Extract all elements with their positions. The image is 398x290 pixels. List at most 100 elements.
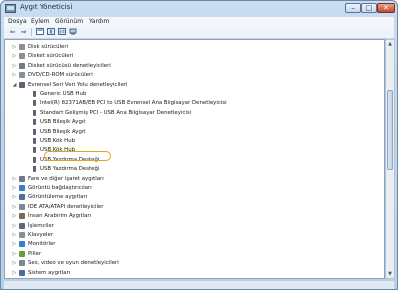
keyboard-icon [19, 232, 25, 238]
expand-icon[interactable]: ▷ [12, 240, 17, 248]
status-bar [4, 280, 394, 289]
scroll-up-icon[interactable]: ▲ [386, 40, 394, 48]
maximize-button[interactable]: □ [361, 3, 377, 13]
expand-icon[interactable]: ▷ [12, 71, 17, 79]
menu-dosya[interactable]: Dosya [8, 18, 27, 25]
tree-item-label: Disk sürücüleri [28, 44, 69, 50]
usb-device-icon [32, 166, 36, 173]
back-icon[interactable]: ⇐ [8, 28, 17, 36]
battery-icon [19, 250, 25, 257]
vertical-scrollbar[interactable]: ▲ ▼ [385, 39, 395, 279]
tree-item-label: USB Bileşik Aygıt [40, 128, 86, 135]
expand-icon[interactable]: ▷ [12, 222, 17, 230]
device-tree[interactable]: ▷ Disk sürücüleri ▷ Disket sürücüleri ▷ Diske… [4, 39, 385, 279]
tree-item-label: Sistem aygıtları [28, 269, 71, 276]
expand-icon[interactable]: ▷ [12, 43, 17, 51]
expand-icon[interactable]: ▷ [12, 212, 17, 220]
toolbar-separator [31, 28, 32, 36]
tree-item-generic-usb-hub[interactable]: Generic USB Hub [5, 90, 375, 98]
menu-eylem[interactable]: Eylem [31, 18, 50, 25]
tree-item-ide-ata-atapi-denetleyiciler[interactable]: ▷ IDE ATA/ATAPI denetleyiciler [5, 203, 375, 211]
collapse-icon[interactable]: ◢ [12, 81, 17, 89]
tree-item-sistem-ayg-tlar[interactable]: ▷ Sistem aygıtları [5, 269, 375, 277]
tree-item-intel-r-82371ab-eb-pci-to-usb-evrensel-ana-bilgisayar-denetleyicisi[interactable]: Intel(R) 82371AB/EB PCI to USB Evrensel … [5, 99, 375, 107]
minimize-button[interactable]: – [345, 3, 361, 13]
tree-item-label: Evrensel Seri Veri Yolu denetleyicileri [28, 81, 128, 88]
forward-icon[interactable]: ⇒ [19, 28, 28, 36]
system-device-icon [19, 269, 25, 276]
expand-icon[interactable]: ▷ [12, 259, 17, 267]
help-icon[interactable] [46, 28, 55, 36]
properties-icon[interactable] [35, 28, 44, 36]
close-button[interactable]: ✕ [377, 3, 395, 13]
disk-drive-icon [19, 44, 25, 50]
floppy-drive-icon [19, 53, 25, 60]
tree-item-usb-bile-ik-ayg-t[interactable]: USB Bileşik Aygıt [5, 118, 375, 126]
usb-device-icon [32, 119, 36, 126]
tree-item-label: Piller [28, 250, 42, 257]
tree-item-label: Disket sürücüsü denetleyicileri [28, 62, 111, 69]
menu-gorunum[interactable]: Görünüm [55, 18, 83, 25]
toolbar: ⇐ ⇒ [4, 27, 394, 39]
title-bar[interactable]: Aygıt Yöneticisi – □ ✕ [1, 1, 397, 17]
tree-item-label: Fare ve diğer işaret aygıtları [28, 175, 104, 182]
scan-icon[interactable] [68, 28, 77, 36]
view-icon[interactable] [57, 28, 66, 36]
expand-icon[interactable]: ▷ [12, 269, 17, 277]
tree-item-evrensel-seri-veri-yolu-denetleyicileri[interactable]: ◢ Evrensel Seri Veri Yolu denetleyicileri [5, 81, 375, 89]
tree-item-i-nsan-arabirim-ayg-tlar[interactable]: ▷ İnsan Arabirim Aygıtları [5, 212, 375, 220]
usb-device-icon [32, 109, 36, 116]
hid-icon [19, 213, 25, 220]
expand-icon[interactable]: ▷ [12, 203, 17, 211]
expand-icon[interactable]: ▷ [12, 52, 17, 60]
tree-item-disk-s-r-c-leri[interactable]: ▷ Disk sürücüleri [5, 43, 375, 51]
expand-icon[interactable]: ▷ [12, 250, 17, 258]
device-manager-icon [5, 4, 16, 13]
expand-icon[interactable]: ▷ [12, 231, 17, 239]
tree-item-g-r-nt-leme-ayg-tlar[interactable]: ▷ Görüntüleme aygıtları [5, 193, 375, 201]
tree-item-usb-bile-ik-ayg-t[interactable]: USB Bileşik Aygıt [5, 128, 375, 136]
tree-item-g-r-nt-ba-da-t-r-c-lar[interactable]: ▷ Görüntü bağdaştırıcıları [5, 184, 375, 192]
tree-item-piller[interactable]: ▷ Piller [5, 250, 375, 258]
ide-controller-icon [19, 203, 25, 210]
tree-item-label: USB Bileşik Aygıt [40, 119, 86, 126]
tree-item-i-lemciler[interactable]: ▷ İşlemciler [5, 222, 375, 230]
menu-bar: Dosya Eylem Görünüm Yardım [4, 17, 394, 27]
tree-item-label: Intel(R) 82371AB/EB PCI to USB Evrensel … [40, 100, 227, 107]
tree-item-ses-video-ve-oyun-denetleyicileri[interactable]: ▷ Ses, video ve oyun denetleyicileri [5, 259, 375, 267]
imaging-device-icon [19, 194, 25, 201]
tree-item-disket-s-r-c-s-denetleyicileri[interactable]: ▷ Disket sürücüsü denetleyicileri [5, 62, 375, 70]
usb-device-icon [32, 128, 36, 135]
tree-item-label: Görüntüleme aygıtları [28, 194, 88, 201]
tree-item-label: USB Yazdırma Desteği [40, 166, 100, 173]
tree-item-dvd-cd-rom-s-r-c-leri[interactable]: ▷ DVD/CD-ROM sürücüleri [5, 71, 375, 79]
menu-yardim[interactable]: Yardım [89, 18, 109, 25]
tree-item-standart-geli-mi-pci-usb-ana-bilgisayar-denetleyicisi[interactable]: Standart Gelişmiş PCI - USB Ana Bilgisay… [5, 109, 375, 117]
usb-device-icon [32, 156, 36, 163]
floppy-controller-icon [19, 62, 25, 69]
tree-item-disket-s-r-c-leri[interactable]: ▷ Disket sürücüleri [5, 52, 375, 60]
tree-item-label: IDE ATA/ATAPI denetleyiciler [28, 203, 104, 210]
mouse-icon [19, 175, 25, 182]
tree-item-usb-k-k-hub[interactable]: USB Kök Hub [5, 137, 375, 145]
tree-item-monit-rler[interactable]: ▷ Monitörler [5, 240, 375, 248]
expand-icon[interactable]: ▷ [12, 62, 17, 70]
tree-item-label: Disket sürücüleri [28, 53, 74, 60]
processor-icon [19, 222, 25, 229]
tree-item-label: Generic USB Hub [40, 91, 87, 97]
scroll-down-icon[interactable]: ▼ [386, 270, 394, 278]
window-title: Aygıt Yöneticisi [20, 3, 73, 11]
tree-item-label: Görüntü bağdaştırıcıları [28, 185, 92, 191]
scroll-thumb[interactable] [387, 90, 393, 170]
expand-icon[interactable]: ▷ [12, 184, 17, 192]
tree-item-klavyeler[interactable]: ▷ Klavyeler [5, 231, 375, 239]
expand-icon[interactable]: ▷ [12, 193, 17, 201]
expand-icon[interactable]: ▷ [12, 175, 17, 183]
tree-item-label: Standart Gelişmiş PCI - USB Ana Bilgisay… [40, 109, 192, 116]
tree-item-fare-ve-di-er-i-aret-ayg-tlar[interactable]: ▷ Fare ve diğer işaret aygıtları [5, 175, 375, 183]
tree-item-usb-yazd-rma-deste-i[interactable]: USB Yazdırma Desteği [5, 165, 375, 173]
tree-item-label: Monitörler [28, 241, 56, 248]
tree-item-label: Ses, video ve oyun denetleyicileri [28, 260, 119, 267]
tree-item-label: İşlemciler [28, 222, 54, 229]
tree-item-label: Klavyeler [28, 232, 54, 238]
